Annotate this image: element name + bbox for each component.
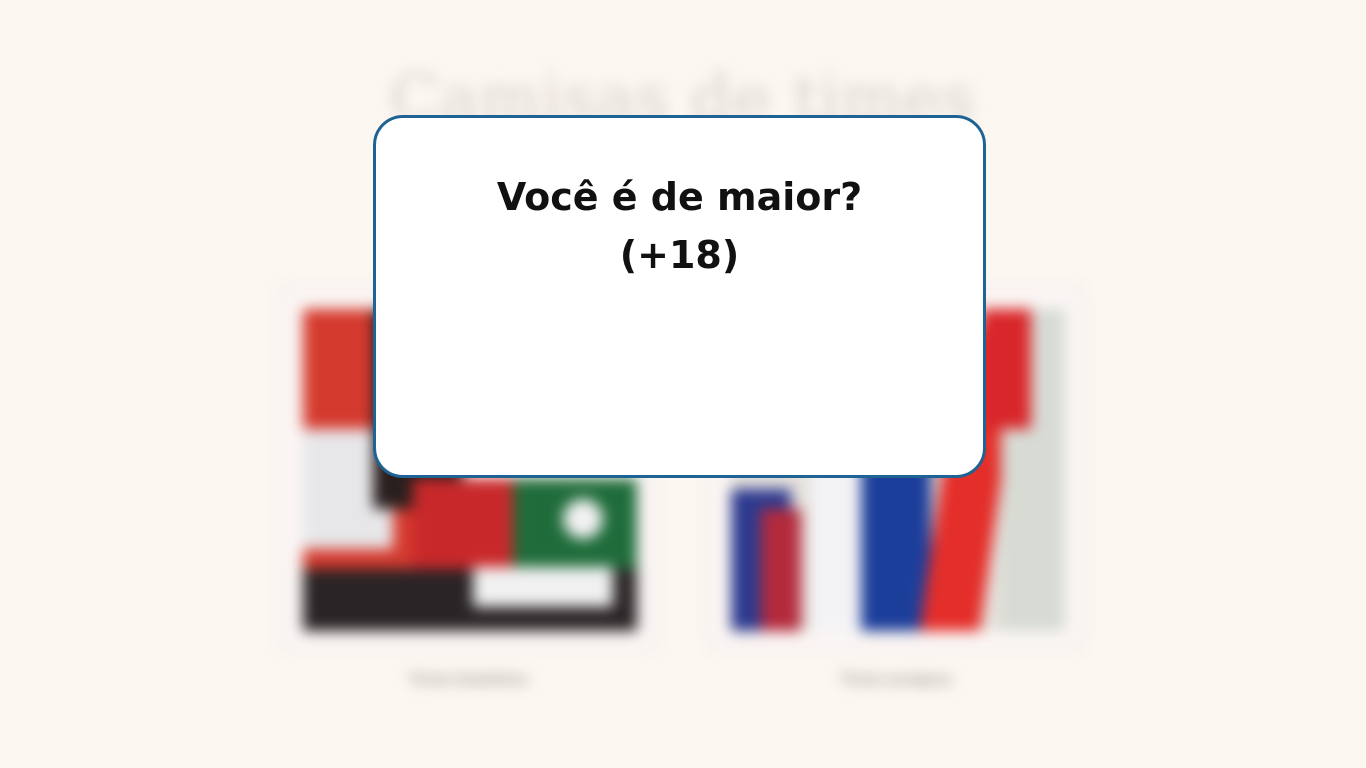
modal-message: Você é de maior? (+18) (376, 168, 983, 284)
age-verification-modal: Você é de maior? (+18) (373, 115, 986, 478)
modal-question: Você é de maior? (496, 175, 863, 219)
category-caption[interactable]: Times brasileiros (281, 672, 655, 688)
page: Camisas de times Times brasileiros Times… (0, 0, 1366, 768)
category-caption[interactable]: Times europeus (709, 672, 1083, 688)
modal-subtitle: (+18) (619, 233, 740, 277)
